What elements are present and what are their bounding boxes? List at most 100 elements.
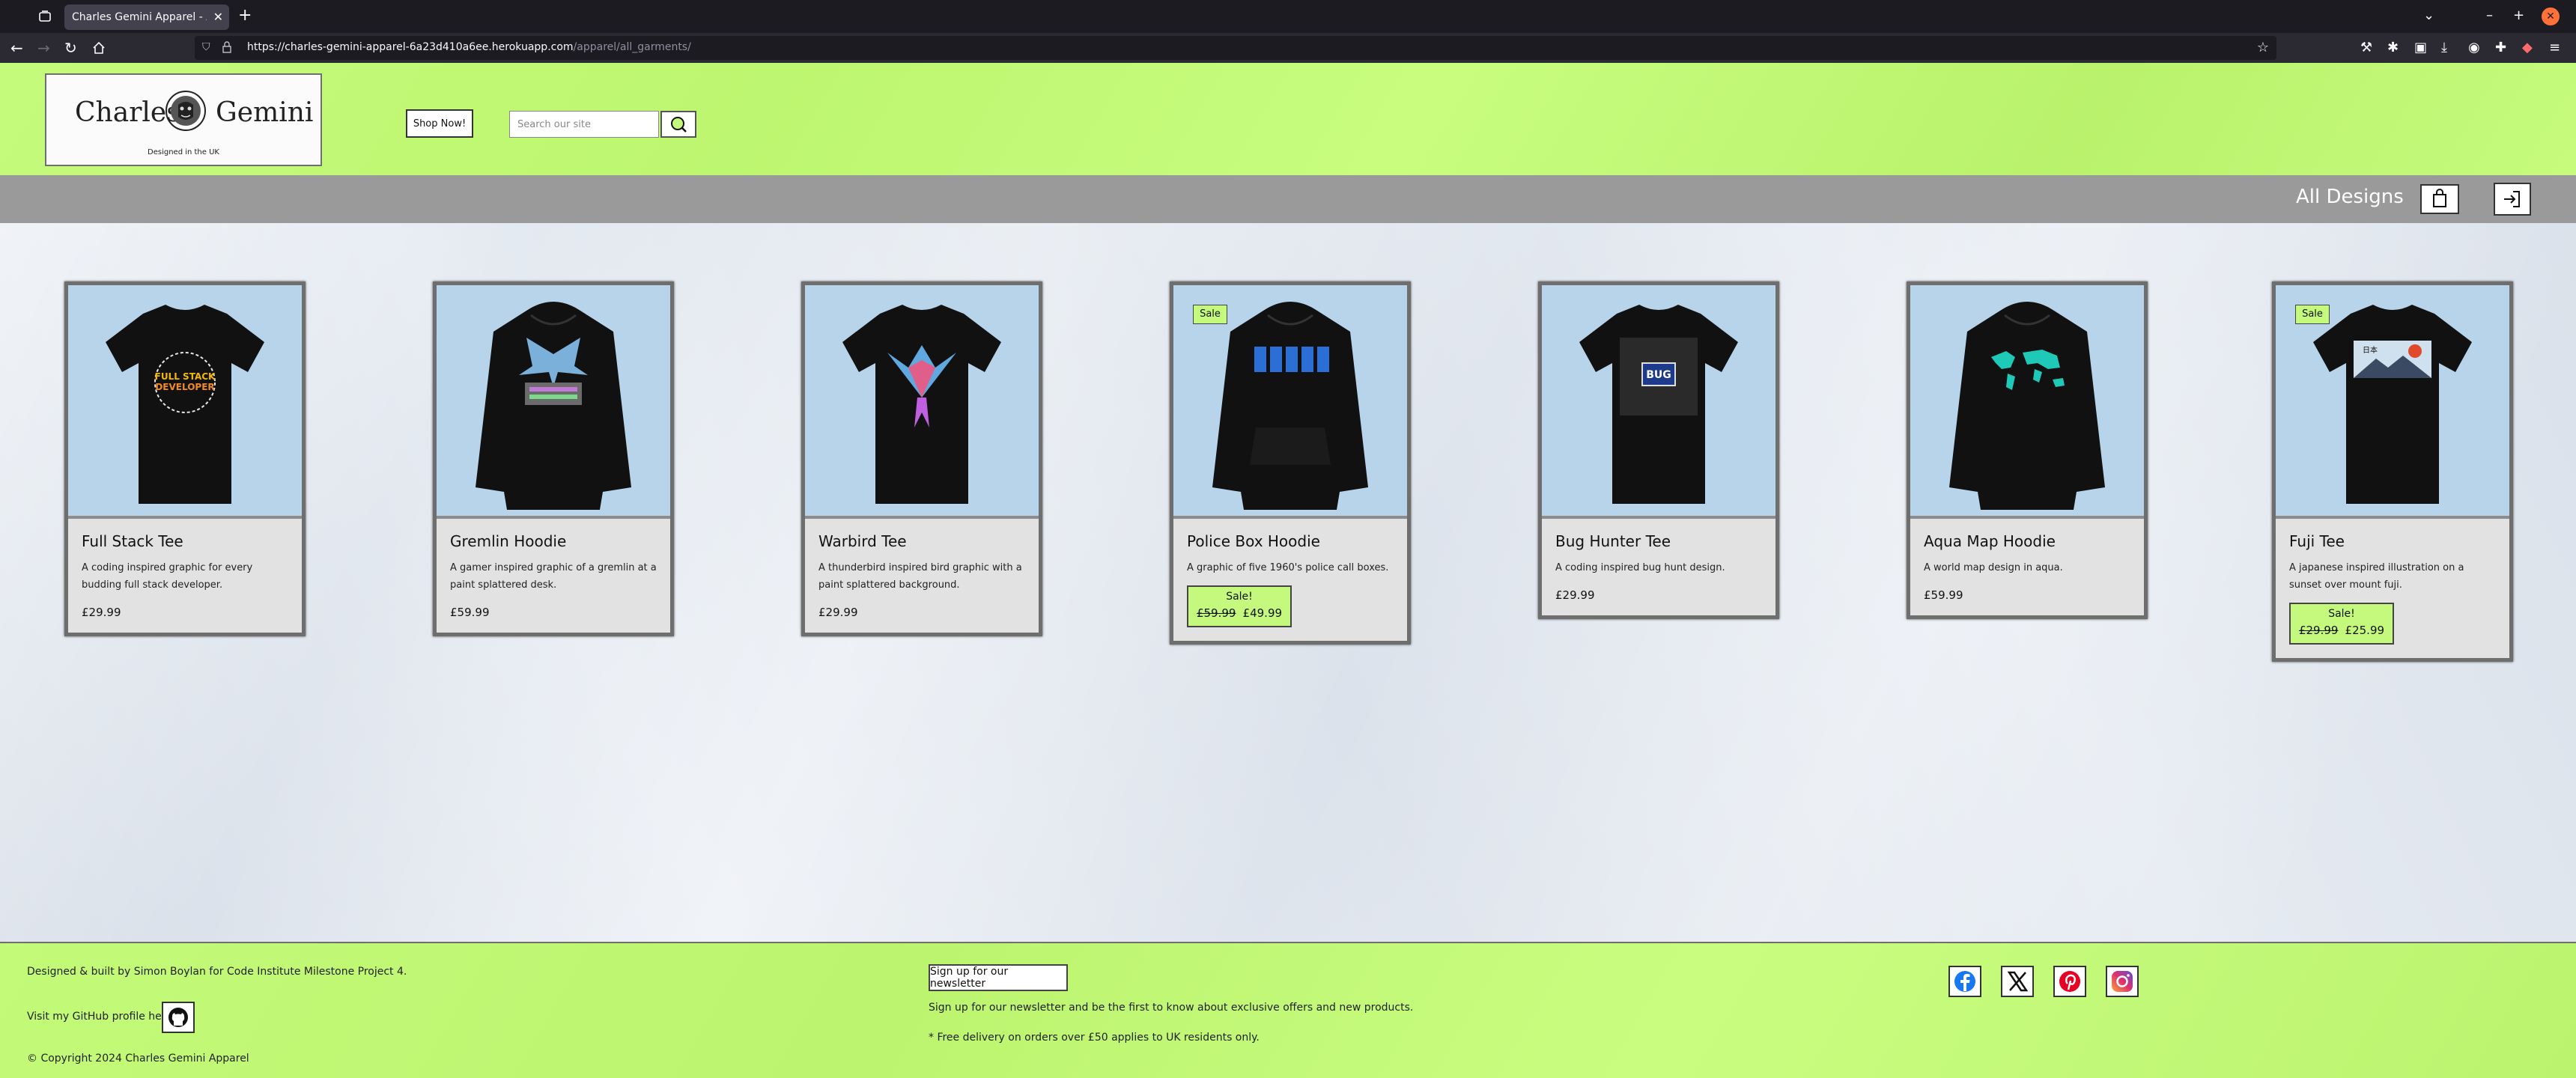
sale-price-box: Sale! £29.99 £25.99 <box>2289 603 2394 645</box>
site-header: Charles Gemini Designed in the UK Shop N… <box>0 63 2576 175</box>
product-title[interactable]: Aqua Map Hoodie <box>1924 532 2130 550</box>
product-description: A thunderbird inspired bird graphic with… <box>818 562 1022 591</box>
product-title[interactable]: Gremlin Hoodie <box>450 532 657 550</box>
original-price: £59.99 <box>1196 606 1236 620</box>
svg-text:日本: 日本 <box>2363 345 2378 355</box>
downloads-icon[interactable]: ⤓ <box>2441 40 2447 55</box>
product-grid: FULL STACK DEVELOPER Full Stack Tee A co… <box>0 223 2576 942</box>
product-image[interactable] <box>805 285 1039 519</box>
shopping-bag-icon <box>2433 189 2446 207</box>
search-input[interactable] <box>509 111 659 138</box>
extensions-puzzle-icon[interactable]: ✚ <box>2495 40 2506 55</box>
window-minimize-icon[interactable]: – <box>2486 7 2493 23</box>
github-button[interactable] <box>162 1002 195 1033</box>
reload-icon[interactable]: ↻ <box>64 39 77 57</box>
sale-price: £25.99 <box>2345 624 2385 637</box>
product-description: A coding inspired graphic for every budd… <box>82 562 253 591</box>
copyright: © Copyright 2024 Charles Gemini Apparel <box>27 1053 249 1065</box>
product-title[interactable]: Full Stack Tee <box>82 532 288 550</box>
url-text: https://charles-gemini-apparel-6a23d410a… <box>247 41 691 53</box>
product-card[interactable]: Gremlin Hoodie A gamer inspired graphic … <box>433 281 674 636</box>
product-card[interactable]: 日本 Sale Fuji Tee A japanese inspired ill… <box>2272 281 2513 662</box>
shop-now-button[interactable]: Shop Now! <box>406 109 473 138</box>
product-image[interactable]: Sale <box>1173 285 1407 519</box>
sale-price-box: Sale! £59.99 £49.99 <box>1187 585 1292 627</box>
sale-label: Sale! <box>2328 608 2355 620</box>
product-description: A gamer inspired graphic of a gremlin at… <box>450 562 657 591</box>
home-icon[interactable] <box>91 40 106 55</box>
browser-tab-active[interactable]: Charles Gemini Apparel - All Designs ✕ <box>64 4 229 30</box>
extension-image-icon[interactable]: ▣ <box>2414 40 2427 55</box>
app-menu-icon[interactable]: ≡ <box>2549 40 2560 55</box>
address-bar[interactable]: ⛉ https://charles-gemini-apparel-6a23d41… <box>195 36 2276 60</box>
page-title: All Designs <box>2296 186 2404 208</box>
product-title[interactable]: Bug Hunter Tee <box>1555 532 1762 550</box>
sale-badge: Sale <box>1193 305 1227 324</box>
product-card[interactable]: FULL STACK DEVELOPER Full Stack Tee A co… <box>64 281 306 636</box>
product-card[interactable]: Warbird Tee A thunderbird inspired bird … <box>801 281 1042 636</box>
window-close-icon[interactable]: ✕ <box>2542 7 2560 25</box>
back-icon[interactable]: ← <box>10 39 23 57</box>
extension-record-icon[interactable]: ◉ <box>2468 40 2480 55</box>
product-image[interactable]: 日本 Sale <box>2276 285 2509 519</box>
product-price: £59.99 <box>450 606 490 619</box>
product-title[interactable]: Warbird Tee <box>818 532 1025 550</box>
original-price: £29.99 <box>2298 624 2339 637</box>
extension-tool-icon[interactable]: ⚒ <box>2360 40 2372 55</box>
search-button[interactable] <box>660 111 696 138</box>
pinterest-icon <box>2059 971 2080 992</box>
newsletter-text: Sign up for our newsletter and be the fi… <box>929 1002 1414 1014</box>
instagram-link[interactable] <box>2106 966 2139 997</box>
bookmark-star-icon[interactable]: ☆ <box>2257 40 2269 55</box>
shopping-bag-button[interactable] <box>2420 184 2459 214</box>
x-link[interactable] <box>2001 966 2034 997</box>
product-price: £59.99 <box>1924 588 1963 602</box>
window-maximize-icon[interactable]: + <box>2513 7 2524 23</box>
product-price: £29.99 <box>818 606 858 619</box>
product-image[interactable] <box>1910 285 2144 519</box>
pinterest-link[interactable] <box>2053 966 2086 997</box>
tab-overview-icon[interactable] <box>37 9 52 24</box>
product-title[interactable]: Police Box Hoodie <box>1187 532 1394 550</box>
new-tab-icon[interactable]: + <box>238 6 252 25</box>
hoodie-image <box>1949 302 2105 510</box>
url-path: /apparel/all_garments/ <box>573 41 691 53</box>
product-image[interactable]: FULL STACK DEVELOPER <box>68 285 302 519</box>
instagram-icon <box>2112 971 2133 992</box>
extension-badge-icon[interactable]: ◆ <box>2522 40 2533 55</box>
product-card[interactable]: BUG Bug Hunter Tee A coding inspired bug… <box>1538 281 1779 619</box>
product-card[interactable]: Sale Police Box Hoodie A graphic of five… <box>1170 281 1411 645</box>
login-button[interactable] <box>2494 183 2531 216</box>
facebook-link[interactable] <box>1948 966 1981 997</box>
tracking-shield-icon[interactable]: ⛉ <box>202 41 210 53</box>
tab-title: Charles Gemini Apparel - All Designs <box>72 11 207 23</box>
product-image[interactable]: BUG <box>1542 285 1775 519</box>
product-info: Full Stack Tee A coding inspired graphic… <box>68 519 302 633</box>
footer-credit: Designed & built by Simon Boylan for Cod… <box>27 966 407 978</box>
list-all-tabs-icon[interactable]: ⌄ <box>2423 7 2434 23</box>
gemini-crest-icon <box>165 91 206 131</box>
sale-price: £49.99 <box>1242 606 1283 620</box>
logo-text-right: Gemini <box>216 97 314 128</box>
tee-image <box>842 305 1001 504</box>
tab-close-icon[interactable]: ✕ <box>213 10 223 24</box>
newsletter-signup-button[interactable]: Sign up for our newsletter <box>929 964 1068 991</box>
hoodie-image <box>476 302 631 510</box>
product-info: Gremlin Hoodie A gamer inspired graphic … <box>437 519 670 633</box>
product-card[interactable]: Aqua Map Hoodie A world map design in aq… <box>1907 281 2148 619</box>
product-title[interactable]: Fuji Tee <box>2289 532 2496 550</box>
github-icon <box>168 1008 188 1027</box>
site-logo[interactable]: Charles Gemini Designed in the UK <box>45 73 322 166</box>
forward-icon[interactable]: → <box>37 39 50 57</box>
svg-text:BUG: BUG <box>1646 369 1671 381</box>
product-description: A graphic of five 1960's police call box… <box>1187 562 1389 573</box>
product-image[interactable] <box>437 285 670 519</box>
product-description: A world map design in aqua. <box>1924 562 2063 573</box>
product-info: Aqua Map Hoodie A world map design in aq… <box>1910 519 2144 615</box>
extension-gear-icon[interactable]: ✱ <box>2387 40 2399 55</box>
x-icon <box>2007 971 2029 992</box>
site-footer: Designed & built by Simon Boylan for Cod… <box>0 942 2576 1078</box>
github-label: Visit my GitHub profile here: <box>27 1011 176 1023</box>
tee-image: FULL STACK DEVELOPER <box>106 305 264 504</box>
lock-icon[interactable] <box>222 41 232 53</box>
